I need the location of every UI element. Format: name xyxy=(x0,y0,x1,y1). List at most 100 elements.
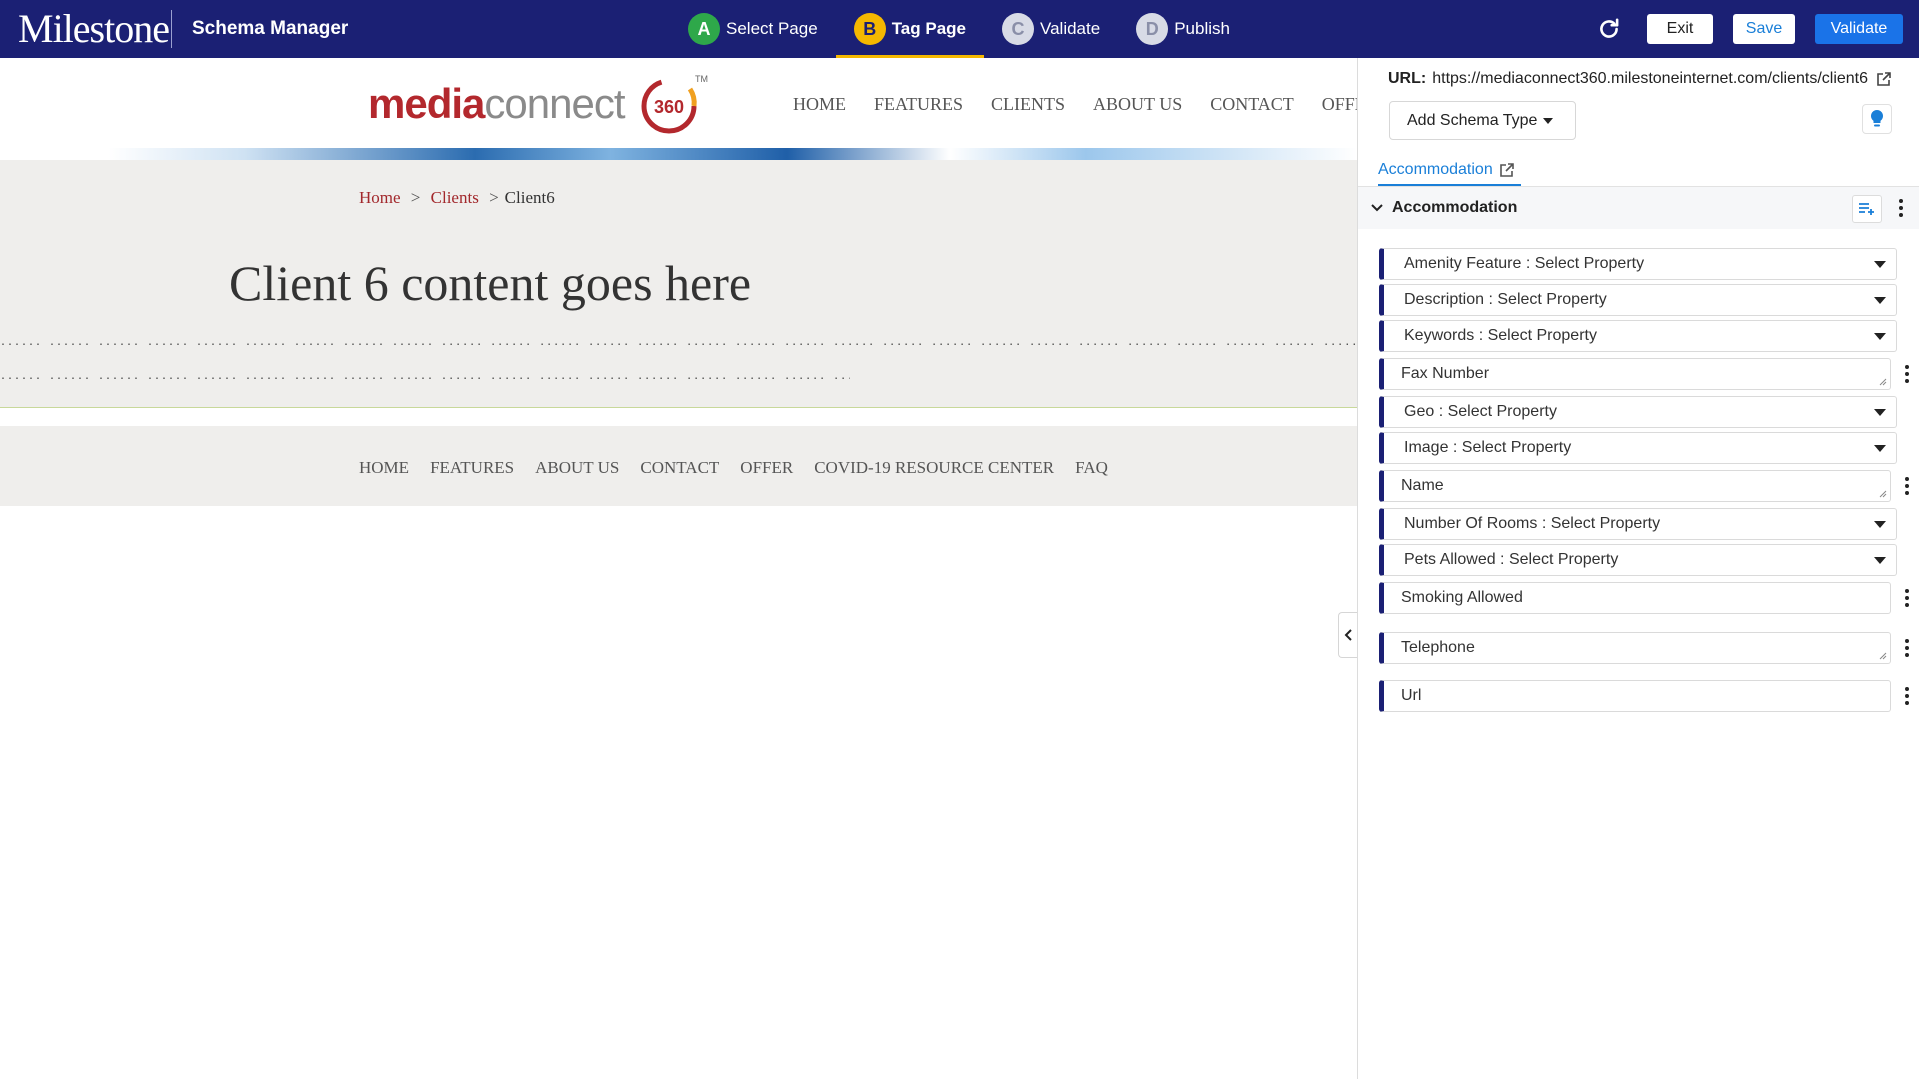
refresh-icon[interactable] xyxy=(1596,16,1622,42)
resize-handle-icon[interactable] xyxy=(1879,378,1887,386)
chevron-left-icon xyxy=(1344,629,1352,641)
logo-360-text: 360 xyxy=(654,97,684,117)
footer-nav-about-us[interactable]: ABOUT US xyxy=(535,458,619,478)
tab-accommodation[interactable]: Accommodation xyxy=(1378,156,1521,186)
property-number-of-rooms[interactable]: Number Of Rooms : Select Property xyxy=(1379,508,1897,540)
page-preview: mediaconnect 360 TM HOME FEATURES CLIENT… xyxy=(0,58,1357,1079)
milestone-logo: Milestone xyxy=(18,6,170,51)
site-nav-contact[interactable]: CONTACT xyxy=(1210,94,1294,115)
add-schema-type-label: Add Schema Type xyxy=(1407,111,1538,129)
resize-handle-icon[interactable] xyxy=(1879,652,1887,660)
add-property-button[interactable] xyxy=(1852,195,1882,223)
caret-down-icon xyxy=(1874,557,1886,564)
mediaconnect-logo[interactable]: mediaconnect xyxy=(368,80,626,128)
property-more-icon[interactable] xyxy=(1902,365,1912,383)
schema-panel: URL: https://mediaconnect360.milestonein… xyxy=(1357,58,1919,1079)
property-label: Amenity Feature : Select Property xyxy=(1404,255,1645,272)
site-nav-about-us[interactable]: ABOUT US xyxy=(1093,94,1182,115)
property-label: Geo : Select Property xyxy=(1404,403,1557,420)
footer-nav-offer[interactable]: OFFER xyxy=(740,458,793,478)
property-label: Name xyxy=(1401,477,1444,494)
site-nav-features[interactable]: FEATURES xyxy=(874,94,963,115)
external-link-icon[interactable] xyxy=(1499,162,1515,178)
url-label: URL: xyxy=(1388,70,1427,87)
step-validate[interactable]: C Validate xyxy=(984,0,1118,58)
breadcrumb-current: Client6 xyxy=(504,188,555,207)
add-schema-type-dropdown[interactable]: Add Schema Type xyxy=(1389,101,1576,140)
step-label: Tag Page xyxy=(891,19,967,38)
caret-down-icon xyxy=(1874,445,1886,452)
property-image[interactable]: Image : Select Property xyxy=(1379,432,1897,464)
property-pets-allowed[interactable]: Pets Allowed : Select Property xyxy=(1379,544,1897,576)
site-nav-offer[interactable]: OFFER xyxy=(1322,94,1357,115)
property-label: Telephone xyxy=(1401,639,1475,656)
workflow-steps: A Select Page B Tag Page C Validate D Pu… xyxy=(670,0,1248,58)
property-amenity-feature[interactable]: Amenity Feature : Select Property xyxy=(1379,248,1897,280)
step-label: Validate xyxy=(1040,19,1101,38)
breadcrumb-clients[interactable]: Clients xyxy=(431,188,479,207)
property-geo[interactable]: Geo : Select Property xyxy=(1379,396,1897,428)
property-smoking-allowed[interactable]: Smoking Allowed xyxy=(1379,582,1891,614)
caret-down-icon xyxy=(1874,521,1886,528)
footer-nav-features[interactable]: FEATURES xyxy=(430,458,514,478)
footer-nav-contact[interactable]: CONTACT xyxy=(640,458,719,478)
property-url[interactable]: Url xyxy=(1379,680,1891,712)
step-tag-page[interactable]: B Tag Page xyxy=(835,0,985,58)
section-more-icon[interactable] xyxy=(1896,199,1906,217)
caret-down-icon xyxy=(1874,409,1886,416)
lightbulb-button[interactable] xyxy=(1862,104,1892,134)
save-button[interactable]: Save xyxy=(1733,14,1795,44)
site-header: mediaconnect 360 TM HOME FEATURES CLIENT… xyxy=(0,58,1357,160)
breadcrumb-separator: > xyxy=(489,188,499,207)
property-fax-number[interactable]: Fax Number xyxy=(1379,358,1891,390)
exit-button[interactable]: Exit xyxy=(1647,14,1713,44)
property-label: Description : Select Property xyxy=(1404,291,1607,308)
collapse-panel-toggle[interactable] xyxy=(1338,612,1357,658)
property-description[interactable]: Description : Select Property xyxy=(1379,284,1897,316)
breadcrumb-home[interactable]: Home xyxy=(359,188,401,207)
step-label: Publish xyxy=(1174,19,1230,38)
step-b-badge: B xyxy=(853,13,886,45)
chevron-down-icon xyxy=(1371,204,1383,212)
property-more-icon[interactable] xyxy=(1902,687,1912,705)
step-c-badge: C xyxy=(1002,13,1035,45)
site-footer: HOME FEATURES ABOUT US CONTACT OFFER COV… xyxy=(0,426,1357,506)
step-publish[interactable]: D Publish xyxy=(1118,0,1248,58)
accommodation-section-header[interactable]: Accommodation xyxy=(1358,187,1919,229)
step-d-badge: D xyxy=(1136,13,1169,45)
site-nav-clients[interactable]: CLIENTS xyxy=(991,94,1065,115)
property-label: Keywords : Select Property xyxy=(1404,327,1597,344)
page-heading: Client 6 content goes here xyxy=(229,255,752,311)
site-nav-home[interactable]: HOME xyxy=(793,94,846,115)
footer-nav: HOME FEATURES ABOUT US CONTACT OFFER COV… xyxy=(359,458,1108,478)
topbar-divider xyxy=(171,10,172,48)
step-select-page[interactable]: A Select Page xyxy=(670,0,836,58)
property-label: Number Of Rooms : Select Property xyxy=(1404,515,1661,532)
logo-media-text: media xyxy=(368,80,485,127)
property-name[interactable]: Name xyxy=(1379,470,1891,502)
caret-down-icon xyxy=(1874,261,1886,268)
section-title: Accommodation xyxy=(1392,199,1518,216)
footer-nav-covid[interactable]: COVID-19 RESOURCE CENTER xyxy=(814,458,1054,478)
footer-nav-faq[interactable]: FAQ xyxy=(1075,458,1108,478)
playlist-add-icon xyxy=(1859,203,1874,215)
breadcrumb-separator: > xyxy=(410,188,421,207)
step-label: Select Page xyxy=(726,19,818,38)
caret-down-icon xyxy=(1543,117,1554,124)
validate-button[interactable]: Validate xyxy=(1815,14,1903,44)
header-banner-stripe xyxy=(0,148,1357,160)
step-a-badge: A xyxy=(688,13,720,45)
url-row: URL: https://mediaconnect360.milestonein… xyxy=(1388,70,1908,88)
caret-down-icon xyxy=(1874,297,1886,304)
resize-handle-icon[interactable] xyxy=(1879,490,1887,498)
property-more-icon[interactable] xyxy=(1902,477,1912,495)
property-keywords[interactable]: Keywords : Select Property xyxy=(1379,320,1897,352)
logo-360-badge-icon: 360 xyxy=(641,78,697,134)
app-title: Schema Manager xyxy=(192,18,349,39)
external-link-icon[interactable] xyxy=(1876,71,1892,87)
footer-nav-home[interactable]: HOME xyxy=(359,458,409,478)
property-telephone[interactable]: Telephone xyxy=(1379,632,1891,664)
property-more-icon[interactable] xyxy=(1902,589,1912,607)
breadcrumb: Home > Clients > Client6 xyxy=(359,188,555,208)
property-more-icon[interactable] xyxy=(1902,639,1912,657)
